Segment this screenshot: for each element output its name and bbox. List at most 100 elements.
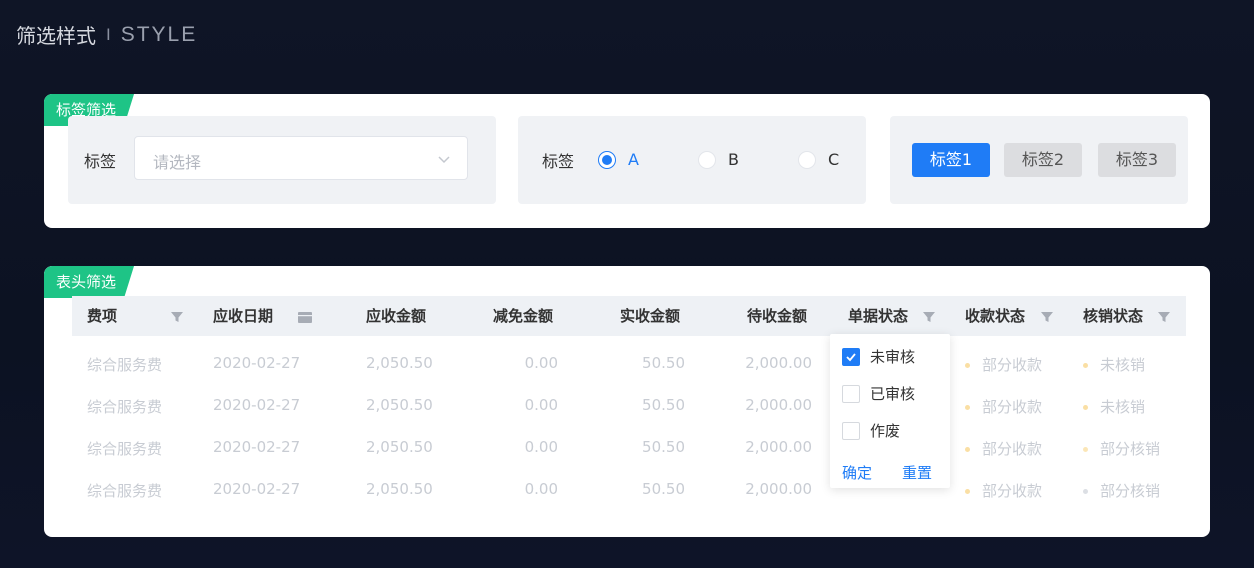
tag-button-3[interactable]: 标签3 (1098, 143, 1176, 177)
cell-verify-status: 部分核销 (1083, 438, 1160, 459)
cell-discount: 0.00 (524, 396, 558, 414)
table-header: 费项 应收日期 应收金额 减免金额 实收金额 待收金额 单据状态 收款状态 核销… (72, 296, 1186, 336)
status-dot (1083, 405, 1088, 410)
table-row[interactable]: 综合服务费 2020-02-27 2,050.50 0.00 50.50 2,0… (72, 468, 1186, 510)
radio-option-label: B (728, 150, 739, 169)
verify-status-text: 未核销 (1100, 356, 1146, 374)
tag-select[interactable]: 请选择 (134, 136, 468, 180)
table-row[interactable]: 综合服务费 2020-02-27 2,050.50 0.00 50.50 2,0… (72, 426, 1186, 468)
cell-received: 50.50 (642, 396, 685, 414)
radio-button[interactable] (698, 150, 716, 169)
filter-option-void[interactable]: 作废 (842, 420, 900, 441)
checkbox[interactable] (842, 384, 860, 403)
cell-date: 2020-02-27 (213, 438, 301, 456)
filter-option-label: 未审核 (870, 348, 916, 366)
radio-option-c[interactable]: C (798, 150, 839, 169)
cell-verify-status: 未核销 (1083, 354, 1145, 375)
cell-discount: 0.00 (524, 438, 558, 456)
column-header-discount: 减免金额 (493, 307, 554, 325)
cell-receivable: 2,050.50 (366, 396, 433, 414)
collect-status-text: 部分收款 (982, 482, 1043, 500)
cell-pending: 2,000.00 (745, 480, 812, 498)
column-header-pending: 待收金额 (747, 307, 808, 325)
cell-receivable: 2,050.50 (366, 480, 433, 498)
header-filter-card: 表头筛选 费项 应收日期 应收金额 减免金额 实收金额 待收金额 单据状态 收款… (44, 266, 1210, 537)
cell-collect-status: 部分收款 (965, 480, 1042, 501)
cell-item: 综合服务费 (87, 398, 163, 416)
filter-icon[interactable] (1040, 309, 1054, 328)
status-dot (1083, 447, 1088, 452)
cell-received: 50.50 (642, 354, 685, 372)
page-title: 筛选样式 I STYLE (16, 20, 197, 49)
confirm-button[interactable]: 确定 (842, 462, 872, 483)
cell-date: 2020-02-27 (213, 354, 301, 372)
cell-item: 综合服务费 (87, 440, 163, 458)
cell-verify-status: 部分核销 (1083, 480, 1160, 501)
reset-button[interactable]: 重置 (902, 462, 932, 483)
status-dot (965, 447, 970, 452)
radio-button[interactable] (598, 150, 616, 169)
status-filter-dropdown: 未审核 已审核 作废 确定 重置 (830, 334, 950, 488)
verify-status-text: 部分核销 (1100, 482, 1161, 500)
cell-verify-status: 未核销 (1083, 396, 1145, 417)
radio-option-label: C (828, 150, 840, 169)
column-header-receivable: 应收金额 (366, 307, 427, 325)
status-dot (965, 363, 970, 368)
cell-discount: 0.00 (524, 354, 558, 372)
select-label: 标签 (84, 152, 117, 171)
status-dot (1083, 489, 1088, 494)
radio-option-b[interactable]: B (698, 150, 739, 169)
cell-pending: 2,000.00 (745, 354, 812, 372)
tag-button-1[interactable]: 标签1 (912, 143, 990, 177)
collect-status-text: 部分收款 (982, 398, 1043, 416)
select-placeholder: 请选择 (153, 153, 202, 172)
cell-pending: 2,000.00 (745, 438, 812, 456)
column-header-doc-status: 单据状态 (848, 307, 909, 325)
status-dot (1083, 363, 1088, 368)
check-icon (846, 352, 856, 361)
radio-filter-panel: 标签 A B C (518, 116, 866, 204)
calendar-icon[interactable] (297, 309, 313, 328)
select-filter-panel: 标签 请选择 (68, 116, 496, 204)
radio-button[interactable] (798, 150, 816, 169)
filter-option-reviewed[interactable]: 已审核 (842, 383, 915, 404)
cell-item: 综合服务费 (87, 356, 163, 374)
checkbox[interactable] (842, 421, 860, 440)
status-dot (965, 405, 970, 410)
cell-pending: 2,000.00 (745, 396, 812, 414)
cell-discount: 0.00 (524, 480, 558, 498)
filter-icon[interactable] (170, 309, 184, 328)
table-row[interactable]: 综合服务费 2020-02-27 2,050.50 0.00 50.50 2,0… (72, 342, 1186, 384)
cell-date: 2020-02-27 (213, 480, 301, 498)
cell-item: 综合服务费 (87, 482, 163, 500)
table-row[interactable]: 综合服务费 2020-02-27 2,050.50 0.00 50.50 2,0… (72, 384, 1186, 426)
filter-option-label: 已审核 (870, 385, 916, 403)
cell-receivable: 2,050.50 (366, 438, 433, 456)
page-title-en: STYLE (120, 22, 198, 46)
cell-collect-status: 部分收款 (965, 396, 1042, 417)
filter-icon[interactable] (922, 309, 936, 328)
tag-filter-card: 标签筛选 标签 请选择 标签 A B C 标签1 标签2 标签3 (44, 94, 1210, 228)
cell-date: 2020-02-27 (213, 396, 301, 414)
header-filter-ribbon: 表头筛选 (44, 266, 134, 298)
cell-receivable: 2,050.50 (366, 354, 433, 372)
tag-button-2[interactable]: 标签2 (1004, 143, 1082, 177)
filter-option-label: 作废 (870, 422, 901, 440)
column-header-received: 实收金额 (620, 307, 681, 325)
column-header-date: 应收日期 (213, 307, 274, 325)
title-separator: I (106, 25, 111, 44)
filter-option-unreviewed[interactable]: 未审核 (842, 346, 915, 367)
page-title-cn: 筛选样式 (16, 24, 96, 48)
tag-button-panel: 标签1 标签2 标签3 (890, 116, 1188, 204)
filter-icon[interactable] (1157, 309, 1171, 328)
cell-collect-status: 部分收款 (965, 354, 1042, 375)
checkbox[interactable] (842, 347, 860, 366)
verify-status-text: 未核销 (1100, 398, 1146, 416)
verify-status-text: 部分核销 (1100, 440, 1161, 458)
radio-option-label: A (628, 150, 639, 169)
status-dot (965, 489, 970, 494)
column-header-collect-status: 收款状态 (965, 307, 1026, 325)
radio-option-a[interactable]: A (598, 150, 639, 169)
radio-label: 标签 (542, 152, 575, 171)
column-header-item: 费项 (87, 307, 118, 325)
